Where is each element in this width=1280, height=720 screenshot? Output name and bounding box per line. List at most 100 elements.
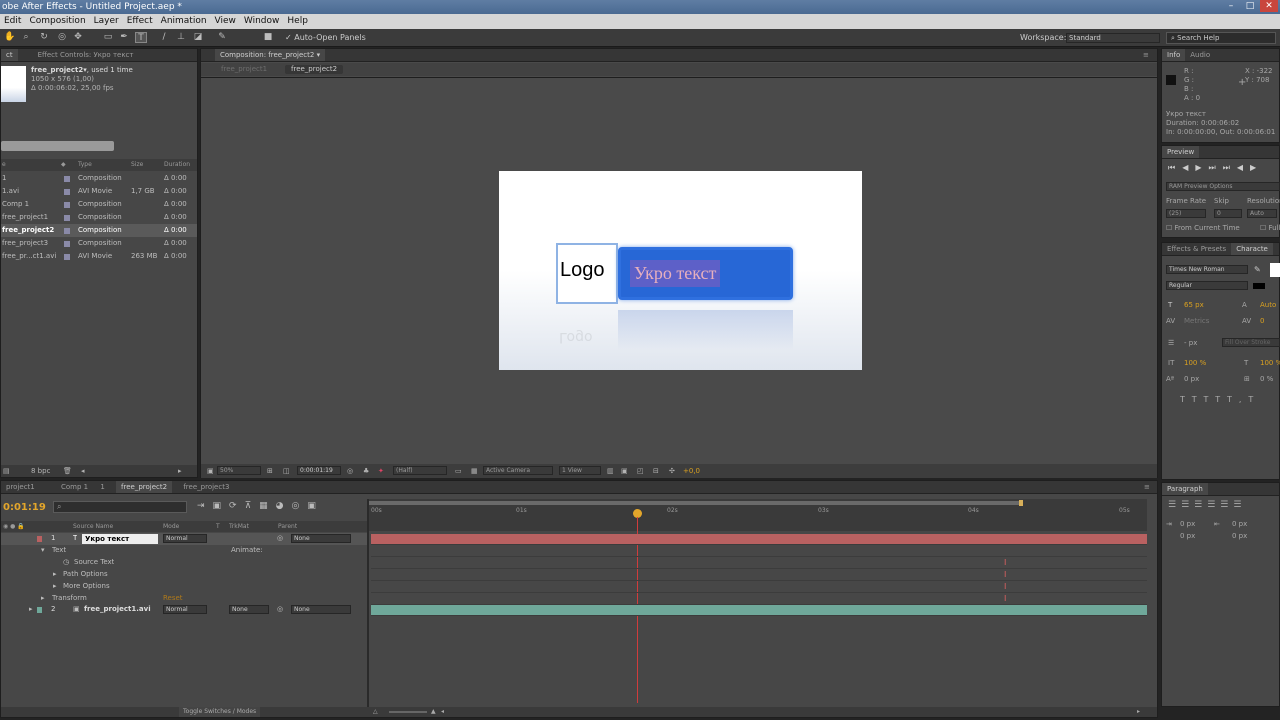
baseline-value[interactable]: 0 px xyxy=(1184,375,1199,383)
camera-tool-icon[interactable]: ◎ xyxy=(56,32,68,43)
tracking-value[interactable]: 0 xyxy=(1260,317,1264,325)
indent-left-value[interactable]: 0 px xyxy=(1180,520,1195,528)
timeline-timecode[interactable]: 0:01:19 xyxy=(3,502,46,513)
layer-parent-select[interactable]: None xyxy=(291,534,351,543)
flowchart-icon[interactable]: ⊟ xyxy=(653,464,659,478)
eyedropper-icon[interactable]: ✎ xyxy=(1254,265,1261,274)
from-current-checkbox[interactable]: ☐ From Current Time xyxy=(1166,224,1240,232)
full-screen-checkbox[interactable]: ☐ Full S xyxy=(1260,224,1280,232)
align-buttons[interactable]: ☰☰☰☰☰☰ xyxy=(1168,500,1246,510)
eraser-tool-icon[interactable]: ◪ xyxy=(192,32,204,43)
tab-preview[interactable]: Preview xyxy=(1162,146,1200,158)
tsume-value[interactable]: 0 % xyxy=(1260,375,1273,383)
mask-tool-icon[interactable]: ▭ xyxy=(102,32,114,43)
delete-icon[interactable]: 🗑 xyxy=(63,465,72,477)
auto-open-panels[interactable]: ✓ Auto-Open Panels xyxy=(285,33,366,42)
layer2-twirl-icon[interactable]: ▸ xyxy=(29,604,33,616)
pan-behind-tool-icon[interactable]: ✥ xyxy=(72,32,84,43)
menu-effect[interactable]: Effect xyxy=(123,16,157,26)
crumb-free-project2[interactable]: free_project2 xyxy=(285,65,344,74)
keyframe-source-text[interactable]: I xyxy=(1004,557,1009,568)
channel-icon[interactable]: ✦ xyxy=(378,464,384,478)
maximize-button[interactable]: □ xyxy=(1241,0,1259,12)
indent-first-value[interactable]: 0 px xyxy=(1180,532,1195,540)
skip-select[interactable]: 0 xyxy=(1214,209,1242,218)
frame-rate-select[interactable]: (25) xyxy=(1166,209,1206,218)
menu-help[interactable]: Help xyxy=(283,16,312,26)
hscale-value[interactable]: 100 % xyxy=(1260,359,1280,367)
layer-row-1[interactable]: 1 T Укро текст Normal ◎ None xyxy=(1,533,369,545)
path-options-twirl-icon[interactable]: ▸ xyxy=(53,569,57,581)
fast-preview-icon[interactable]: ▣ xyxy=(621,464,628,478)
hand-tool-icon[interactable]: ✋ xyxy=(4,32,16,43)
stopwatch-icon[interactable]: ◷ xyxy=(63,557,69,569)
checkbox-icon[interactable]: ■ xyxy=(262,32,274,43)
trash-icon[interactable]: ▤ xyxy=(3,465,10,477)
project-item[interactable]: free_project1 Composition Δ 0:00 xyxy=(1,211,197,224)
clone-tool-icon[interactable]: ⊥ xyxy=(175,32,187,43)
search-help-input[interactable]: ⌕ Search Help xyxy=(1166,32,1276,44)
space-before-value[interactable]: 0 px xyxy=(1232,532,1247,540)
tab-effect-controls[interactable]: Effect Controls: Укро текст xyxy=(18,49,139,61)
work-area-bar[interactable] xyxy=(369,501,1021,505)
menu-animation[interactable]: Animation xyxy=(157,16,211,26)
show-snapshot-icon[interactable]: ♣ xyxy=(363,464,369,478)
pixel-aspect-icon[interactable]: ▥ xyxy=(607,464,614,478)
menu-view[interactable]: View xyxy=(211,16,240,26)
project-item[interactable]: free_project2 Composition Δ 0:00 xyxy=(1,224,197,237)
zoom-in-icon[interactable]: ▲ xyxy=(431,707,436,717)
ram-preview-select[interactable]: RAM Preview Options xyxy=(1166,182,1280,191)
tab-free-project3[interactable]: free_project3 xyxy=(178,481,234,493)
pen-tool-icon[interactable]: ✒ xyxy=(118,32,130,43)
text-twirl-icon[interactable]: ▾ xyxy=(41,545,45,557)
crumb-free-project1[interactable]: free_project1 xyxy=(221,63,267,76)
tab-1[interactable]: 1 xyxy=(95,481,109,493)
timeline-icon[interactable]: ◰ xyxy=(637,464,644,478)
type-tool-icon[interactable]: T xyxy=(135,32,147,43)
tab-paragraph[interactable]: Paragraph xyxy=(1162,483,1208,495)
view-layout-select[interactable]: 1 View xyxy=(559,466,601,475)
brush-tool-icon[interactable]: / xyxy=(158,32,170,43)
panel-menu-icon[interactable]: ≡ xyxy=(1139,481,1155,493)
rotate-tool-icon[interactable]: ↻ xyxy=(38,32,50,43)
mask-visibility-icon[interactable]: ◫ xyxy=(283,464,290,478)
stroke-type-select[interactable]: Fill Over Stroke xyxy=(1222,338,1280,347)
vscale-value[interactable]: 100 % xyxy=(1184,359,1206,367)
zoom-slider[interactable] xyxy=(389,711,427,713)
transparency-grid-icon[interactable]: ▦ xyxy=(471,464,478,478)
timeline-search[interactable]: ⌕ xyxy=(53,501,187,513)
tab-project[interactable]: ct xyxy=(1,49,18,61)
layer-row-2[interactable]: ▸ 2 ▣ free_project1.avi Normal None ◎ No… xyxy=(1,604,369,616)
indent-right-value[interactable]: 0 px xyxy=(1232,520,1247,528)
menu-composition[interactable]: Composition xyxy=(25,16,89,26)
minimize-button[interactable]: – xyxy=(1222,0,1240,12)
tab-project1[interactable]: project1 xyxy=(1,481,40,493)
transform-twirl-icon[interactable]: ▸ xyxy=(41,593,45,605)
layer2-bar[interactable] xyxy=(371,605,1147,615)
stroke-color-swatch[interactable] xyxy=(1253,283,1265,289)
project-item[interactable]: 1 Composition Δ 0:00 xyxy=(1,172,197,185)
scroll-left-icon[interactable]: ◂ xyxy=(441,707,444,717)
stroke-width-value[interactable]: - px xyxy=(1184,339,1197,347)
camera-select[interactable]: Active Camera xyxy=(483,466,553,475)
zoom-select[interactable]: 50% xyxy=(217,466,261,475)
snapshot-icon[interactable]: ◎ xyxy=(347,464,353,478)
leading-value[interactable]: Auto xyxy=(1260,301,1276,309)
layer2-mode-select[interactable]: Normal xyxy=(163,605,207,614)
zoom-out-icon[interactable]: △ xyxy=(373,707,378,717)
search-field[interactable] xyxy=(1,141,114,151)
roi-icon[interactable]: ▭ xyxy=(455,464,462,478)
timeline-switches[interactable]: ⇥▣⟳⊼▦◕◎▣ xyxy=(197,501,324,511)
tab-free-project2[interactable]: free_project2 xyxy=(116,481,173,493)
exposure-icon[interactable]: ✣ xyxy=(669,464,675,478)
time-ruler[interactable]: 00s 01s 02s 03s 04s 05s xyxy=(369,499,1147,531)
layer-name-input[interactable]: Укро текст xyxy=(82,534,158,544)
kerning-value[interactable]: Metrics xyxy=(1184,317,1209,325)
parent-pickwhip-icon[interactable]: ◎ xyxy=(277,533,283,545)
zoom-tool-icon[interactable]: ⌕ xyxy=(20,32,32,43)
layer-mode-select[interactable]: Normal xyxy=(163,534,207,543)
menu-window[interactable]: Window xyxy=(240,16,284,26)
tab-effects-presets[interactable]: Effects & Presets xyxy=(1162,243,1231,255)
tab-comp1[interactable]: Comp 1 xyxy=(56,481,93,493)
panel-menu-icon[interactable]: ≡ xyxy=(1138,49,1154,61)
